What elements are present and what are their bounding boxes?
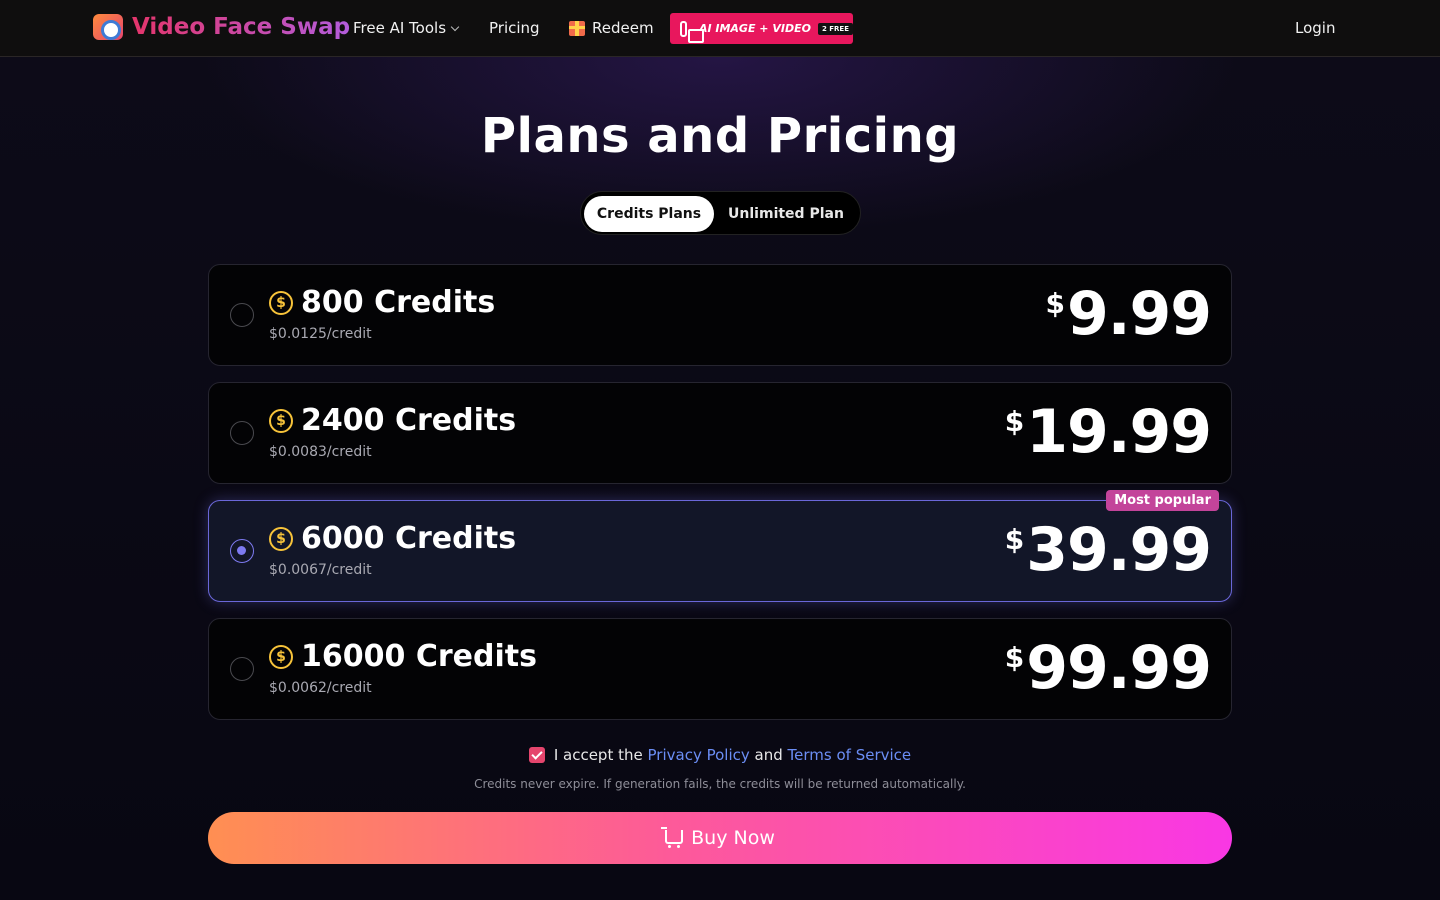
plan-card-2400[interactable]: $ 2400 Credits $0.0083/credit $ 19.99 xyxy=(208,382,1232,484)
plan-name: 2400 Credits xyxy=(301,403,517,438)
plan-name: 16000 Credits xyxy=(301,639,537,674)
plan-type-toggle: Credits Plans Unlimited Plan xyxy=(580,191,861,235)
price-currency: $ xyxy=(1004,523,1025,556)
terms-agreement: I accept the Privacy Policy and Terms of… xyxy=(0,746,1440,764)
plan-name: 6000 Credits xyxy=(301,521,517,556)
price-amount: 19.99 xyxy=(1026,397,1212,467)
nav-pricing[interactable]: Pricing xyxy=(489,19,540,37)
ai-image-video-promo-button[interactable]: AI IMAGE + VIDEO 2 FREE xyxy=(670,13,853,44)
privacy-policy-link[interactable]: Privacy Policy xyxy=(648,746,750,764)
plan-rate: $0.0125/credit xyxy=(269,326,372,342)
tab-unlimited-plan[interactable]: Unlimited Plan xyxy=(717,196,855,232)
terms-checkbox[interactable] xyxy=(528,747,545,763)
chevron-down-icon xyxy=(450,22,460,31)
price-currency: $ xyxy=(1004,641,1025,674)
plan-price: $ 99.99 xyxy=(1004,633,1212,703)
price-amount: 9.99 xyxy=(1066,279,1212,349)
plan-name: 800 Credits xyxy=(301,285,496,320)
radio-dot xyxy=(237,546,246,555)
plan-rate: $0.0083/credit xyxy=(269,444,372,460)
images-icon xyxy=(680,20,704,43)
plan-radio[interactable] xyxy=(230,303,254,327)
plan-price: $ 19.99 xyxy=(1004,397,1212,467)
terms-of-service-link[interactable]: Terms of Service xyxy=(788,746,912,764)
nav-free-ai-tools-label: Free AI Tools xyxy=(353,19,447,37)
promo-badge: 2 FREE xyxy=(817,22,853,35)
plan-price: $ 9.99 xyxy=(1045,279,1212,349)
plan-rate: $0.0067/credit xyxy=(269,562,372,578)
brand-name: Video Face Swap xyxy=(132,14,351,40)
brand-logo[interactable]: Video Face Swap xyxy=(93,14,350,40)
price-currency: $ xyxy=(1045,287,1065,320)
login-link[interactable]: Login xyxy=(1295,19,1335,37)
plan-radio[interactable] xyxy=(230,657,254,681)
plan-rate: $0.0062/credit xyxy=(269,680,372,696)
nav-free-ai-tools[interactable]: Free AI Tools xyxy=(353,19,460,37)
coin-icon: $ xyxy=(269,291,293,315)
buy-now-button[interactable]: Buy Now xyxy=(208,812,1232,864)
terms-and: and xyxy=(754,746,783,764)
buy-now-label: Buy Now xyxy=(691,827,775,849)
coin-icon: $ xyxy=(269,409,293,433)
tab-credits-plans[interactable]: Credits Plans xyxy=(584,196,714,232)
plan-card-16000[interactable]: $ 16000 Credits $0.0062/credit $ 99.99 xyxy=(208,618,1232,720)
coin-icon: $ xyxy=(269,645,293,669)
promo-label: AI IMAGE + VIDEO xyxy=(698,22,811,35)
page-title: Plans and Pricing xyxy=(480,108,960,164)
plan-radio[interactable] xyxy=(230,421,254,445)
film-reel-logo-icon xyxy=(93,14,123,40)
gift-icon xyxy=(569,20,585,36)
price-amount: 39.99 xyxy=(1026,515,1212,585)
price-amount: 99.99 xyxy=(1026,633,1212,703)
most-popular-badge: Most popular xyxy=(1106,490,1219,511)
nav-redeem[interactable]: Redeem xyxy=(569,19,654,37)
plan-price: $ 39.99 xyxy=(1004,515,1212,585)
plan-card-6000[interactable]: Most popular $ 6000 Credits $0.0067/cred… xyxy=(208,490,1232,602)
terms-text: I accept the Privacy Policy and Terms of… xyxy=(554,746,911,764)
terms-prefix: I accept the xyxy=(553,746,643,764)
cart-icon xyxy=(661,827,684,848)
nav-redeem-label: Redeem xyxy=(592,19,654,37)
top-navbar: Video Face Swap Free AI Tools Pricing Re… xyxy=(0,0,1440,57)
plan-radio[interactable] xyxy=(230,539,254,563)
price-currency: $ xyxy=(1004,405,1025,438)
coin-icon: $ xyxy=(269,527,293,551)
plan-card-800[interactable]: $ 800 Credits $0.0125/credit $ 9.99 xyxy=(208,264,1232,366)
credits-note: Credits never expire. If generation fail… xyxy=(474,777,966,791)
